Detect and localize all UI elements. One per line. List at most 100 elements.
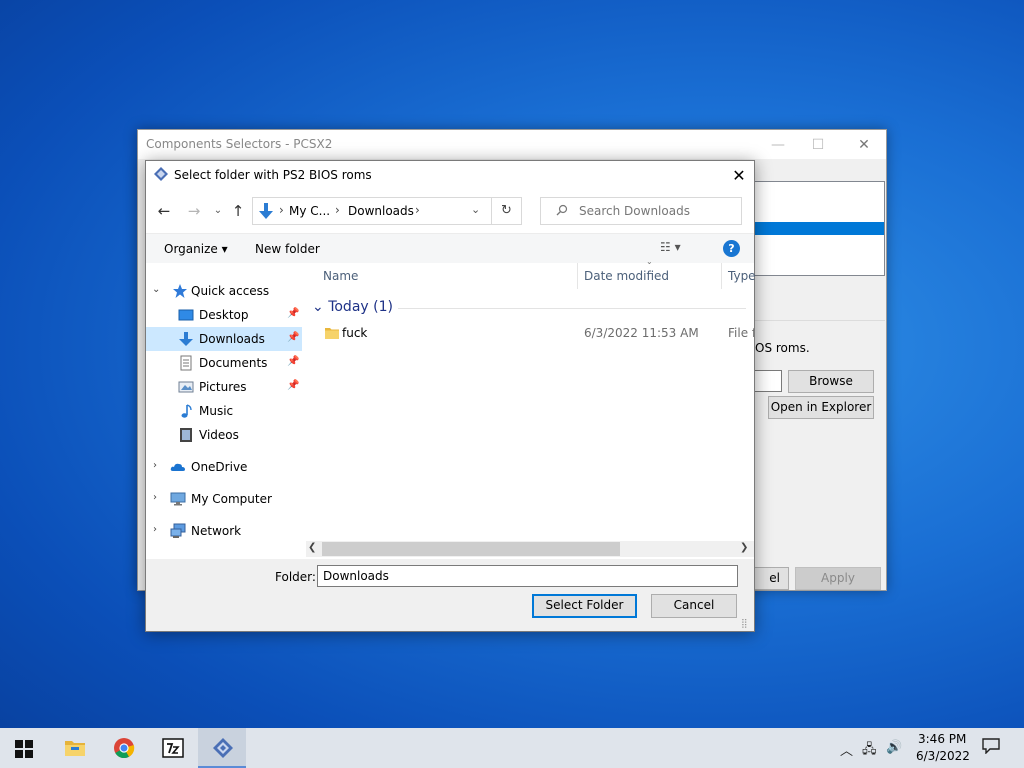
sidebar-item-label: My Computer — [191, 492, 272, 506]
pcsx2-bios-list-selected-row[interactable] — [754, 222, 884, 235]
collapse-chevron-icon[interactable]: ⌄ — [152, 284, 160, 295]
help-button[interactable]: ? — [723, 240, 740, 257]
documents-icon — [180, 355, 192, 371]
file-type: File folder — [728, 326, 754, 340]
pcsx2-app-icon — [154, 167, 168, 181]
search-icon — [556, 204, 568, 216]
up-button[interactable]: ↑ — [228, 201, 248, 221]
pin-icon[interactable]: 📌 — [287, 332, 299, 343]
pictures-icon — [178, 381, 194, 393]
sidebar-item-my-computer[interactable]: › My Computer — [146, 487, 302, 511]
network-status-icon[interactable]: 🖧 — [862, 740, 877, 762]
taskbar-pcsx2[interactable] — [198, 728, 246, 768]
pcsx2-bios-description: OS roms. — [755, 341, 810, 355]
column-header-name[interactable]: Name — [323, 269, 358, 283]
search-input[interactable] — [579, 203, 729, 219]
volume-icon[interactable]: 🔊 — [886, 740, 902, 755]
dialog-title: Select folder with PS2 BIOS roms — [174, 168, 372, 182]
pcsx2-bios-list[interactable] — [753, 181, 885, 276]
sidebar-item-pictures[interactable]: Pictures 📌 — [146, 375, 302, 399]
sidebar-item-network[interactable]: › Network — [146, 519, 302, 543]
cancel-button[interactable]: Cancel — [651, 594, 737, 618]
music-icon — [181, 404, 192, 418]
folder-name-input[interactable] — [317, 565, 738, 587]
pin-icon[interactable]: 📌 — [287, 356, 299, 367]
group-divider — [398, 308, 746, 309]
pcsx2-bios-path-input[interactable] — [755, 370, 782, 392]
sidebar-item-onedrive[interactable]: › OneDrive — [146, 455, 302, 479]
scrollbar-thumb[interactable] — [322, 542, 620, 556]
sidebar-item-documents[interactable]: Documents 📌 — [146, 351, 302, 375]
7zip-icon — [162, 738, 184, 758]
breadcrumb-separator[interactable]: › — [335, 203, 340, 217]
start-button[interactable] — [0, 728, 48, 768]
column-divider[interactable] — [577, 263, 578, 289]
sidebar-item-label: Network — [191, 524, 242, 538]
dialog-close-button[interactable]: ✕ — [728, 165, 750, 187]
sidebar-item-label: OneDrive — [191, 460, 248, 474]
new-folder-button[interactable]: New folder — [255, 242, 320, 256]
sidebar-item-label: Pictures — [199, 380, 247, 394]
expand-chevron-icon[interactable]: › — [153, 492, 157, 503]
column-header-type[interactable]: Type — [728, 269, 756, 283]
expand-chevron-icon[interactable]: › — [153, 524, 157, 535]
resize-grip-icon[interactable]: ⣿ — [741, 619, 748, 629]
taskbar-chrome[interactable] — [99, 728, 147, 768]
file-name: fuck — [342, 326, 368, 340]
taskbar-file-explorer[interactable] — [50, 728, 98, 768]
taskbar-7zip[interactable] — [148, 728, 196, 768]
file-date-modified: 6/3/2022 11:53 AM — [584, 326, 699, 340]
chrome-icon — [114, 738, 135, 759]
group-collapse-icon[interactable]: ⌄ — [312, 299, 324, 315]
taskbar: ︿ 🖧 🔊 3:46 PM 6/3/2022 — [0, 728, 1024, 768]
sidebar-item-downloads[interactable]: Downloads 📌 — [146, 327, 302, 351]
pcsx2-open-in-explorer-button[interactable]: Open in Explorer — [768, 396, 874, 419]
pin-icon[interactable]: 📌 — [287, 308, 299, 319]
sidebar-item-videos[interactable]: Videos — [146, 423, 302, 447]
pcsx2-close-button[interactable]: ✕ — [844, 134, 884, 156]
clock-time[interactable]: 3:46 PM — [918, 732, 966, 746]
dialog-toolbar: Organize ▾ New folder ☷ ▾ ? — [146, 233, 754, 263]
breadcrumb-separator[interactable]: › — [415, 203, 420, 217]
back-button[interactable]: ← — [154, 201, 174, 221]
recent-locations-button[interactable]: ⌄ — [208, 201, 228, 221]
column-divider[interactable] — [721, 263, 722, 289]
column-header-row: Name Date modified Type — [306, 263, 756, 289]
folder-label: Folder: — [275, 570, 316, 584]
column-header-date-modified[interactable]: Date modified — [584, 269, 669, 283]
expand-chevron-icon[interactable]: › — [153, 460, 157, 471]
refresh-button[interactable]: ↻ — [492, 197, 522, 225]
sidebar-item-label: Desktop — [199, 308, 249, 322]
pcsx2-icon — [213, 738, 233, 758]
sidebar-item-desktop[interactable]: Desktop 📌 — [146, 303, 302, 327]
scroll-right-icon[interactable]: ❯ — [740, 542, 748, 553]
windows-logo-icon — [15, 740, 33, 758]
select-folder-button[interactable]: Select Folder — [532, 594, 637, 618]
pin-icon[interactable]: 📌 — [287, 380, 299, 391]
sidebar-item-music[interactable]: Music — [146, 399, 302, 423]
organize-button[interactable]: Organize ▾ — [164, 242, 228, 256]
group-label: Today (1) — [328, 299, 393, 315]
sidebar-item-quick-access[interactable]: ⌄ Quick access — [146, 279, 302, 303]
pcsx2-apply-button: Apply — [795, 567, 881, 590]
change-view-button[interactable]: ☷ ▾ — [660, 240, 681, 254]
scroll-left-icon[interactable]: ❮ — [308, 542, 316, 553]
pcsx2-maximize-button[interactable]: ☐ — [798, 134, 838, 156]
group-header-today[interactable]: ⌄ Today (1) — [312, 299, 393, 315]
breadcrumb-my-computer[interactable]: My C... — [289, 204, 330, 218]
forward-button[interactable]: → — [184, 201, 204, 221]
horizontal-scrollbar[interactable]: ❮ ❯ — [306, 541, 754, 557]
file-explorer-icon — [65, 741, 85, 756]
breadcrumb-downloads[interactable]: Downloads — [348, 204, 414, 218]
star-icon — [173, 284, 187, 298]
search-box[interactable] — [540, 197, 742, 225]
address-dropdown-icon[interactable]: ⌄ — [471, 203, 480, 216]
show-hidden-icons-chevron[interactable]: ︿ — [840, 740, 853, 759]
notifications-icon[interactable] — [982, 738, 1000, 754]
pcsx2-minimize-button[interactable]: — — [758, 134, 798, 156]
file-row[interactable]: fuck 6/3/2022 11:53 AM File folder — [312, 322, 754, 344]
pcsx2-cancel-button[interactable]: el — [753, 567, 789, 590]
clock-date[interactable]: 6/3/2022 — [916, 749, 970, 763]
address-bar[interactable]: › My C... › Downloads › ⌄ — [252, 197, 492, 225]
pcsx2-browse-button[interactable]: Browse — [788, 370, 874, 393]
